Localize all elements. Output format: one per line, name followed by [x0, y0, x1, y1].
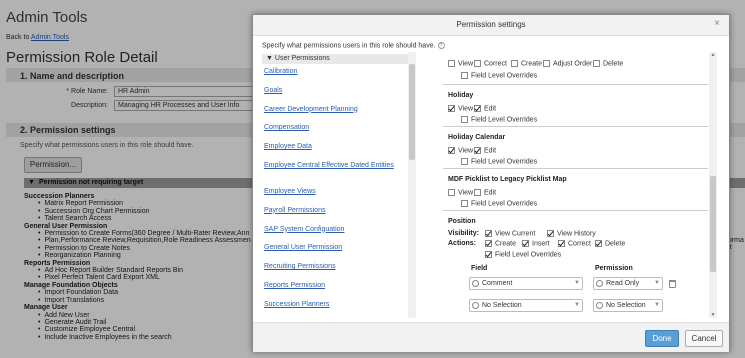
checkbox-create[interactable]: Create [485, 240, 516, 247]
done-button[interactable]: Done [645, 330, 679, 347]
left-list-item[interactable]: Calibration [264, 68, 404, 76]
left-list-item[interactable]: Payroll Permissions [264, 207, 404, 215]
scroll-thumb[interactable] [409, 64, 415, 160]
left-list-item[interactable]: Goals [264, 87, 404, 95]
checkbox-position-flo[interactable]: Field Level Overrides [485, 251, 561, 258]
checkbox-view-history[interactable]: View History [547, 230, 596, 237]
left-scrollbar[interactable] [408, 52, 416, 318]
chevron-down-icon: ▼ [574, 302, 580, 308]
permission-column-header: Permission [595, 265, 633, 272]
scroll-down-icon[interactable]: ▼ [709, 312, 717, 318]
holiday-section: Holiday View Edit Field Level Overrides [443, 84, 708, 126]
checkbox-view[interactable]: View [448, 60, 473, 67]
checkbox-mdf-flo[interactable]: Field Level Overrides [461, 200, 537, 207]
user-permissions-list: ▼ User Permissions Calibration Goals Caree… [262, 52, 418, 318]
left-list-item[interactable]: Recruiting Permissions [264, 263, 404, 271]
radio-icon [472, 280, 479, 287]
checkbox-adjust-order[interactable]: Adjust Order [543, 60, 592, 67]
checkbox-correct[interactable]: Correct [474, 60, 507, 67]
checkbox-delete[interactable]: Delete [593, 60, 623, 67]
holiday-title: Holiday [448, 92, 474, 99]
left-list-item[interactable]: Reports Permission [264, 282, 404, 290]
radio-icon [472, 302, 479, 309]
field-select-no-selection[interactable]: No Selection ▼ [469, 299, 583, 312]
checkbox-holiday-calendar-view[interactable]: View [448, 147, 473, 154]
permission-select-no-selection[interactable]: No Selection ▼ [593, 299, 663, 312]
checkbox-holiday-view[interactable]: View [448, 105, 473, 112]
user-permissions-header[interactable]: ▼ User Permissions [262, 54, 408, 64]
left-list-item[interactable]: SAP System Configuation [264, 226, 404, 234]
checkbox-mdf-edit[interactable]: Edit [474, 189, 496, 196]
visibility-label: Visibility: [448, 230, 479, 237]
checkbox-create[interactable]: Create [511, 60, 542, 67]
permission-select-read-only[interactable]: Read Only ▼ [593, 277, 663, 290]
actions-label: Actions: [448, 240, 476, 247]
checkbox-view-current[interactable]: View Current [485, 230, 535, 237]
scroll-up-icon[interactable]: ▲ [709, 52, 717, 58]
left-list-item[interactable]: Employee Central Effective Dated Entitie… [264, 162, 404, 170]
chevron-down-icon: ▼ [654, 280, 660, 286]
chevron-down-icon: ▼ [654, 302, 660, 308]
permission-settings-dialog: Permission settings × Specify what permi… [252, 14, 730, 352]
checkbox-holiday-edit[interactable]: Edit [474, 105, 496, 112]
help-icon[interactable]: ? [437, 42, 445, 49]
left-list-item[interactable]: Career Development Planning [264, 106, 404, 114]
dialog-title: Permission settings [456, 20, 526, 29]
mdf-picklist-title: MDF Picklist to Legacy Picklist Map [448, 176, 567, 183]
radio-icon [596, 280, 603, 287]
left-list-item[interactable]: Succession Planners [264, 301, 404, 309]
checkbox-field-level-overrides[interactable]: Field Level Overrides [461, 72, 537, 79]
position-section: Position Visibility: View Current View H… [443, 210, 708, 318]
left-list-item[interactable]: Compensation [264, 124, 404, 132]
left-list-item[interactable]: Employee Data [264, 143, 404, 151]
field-column-header: Field [471, 265, 488, 272]
checkbox-insert[interactable]: Insert [522, 240, 550, 247]
chevron-down-icon: ▼ [574, 280, 580, 286]
close-icon[interactable]: × [714, 18, 720, 29]
checkbox-holiday-calendar-flo[interactable]: Field Level Overrides [461, 158, 537, 165]
dialog-header: Permission settings × [253, 15, 729, 36]
cancel-button[interactable]: Cancel [685, 330, 723, 347]
trash-icon[interactable] [669, 280, 676, 288]
position-title: Position [448, 218, 476, 225]
holiday-calendar-section: Holiday Calendar View Edit Field Level O… [443, 126, 708, 168]
left-list-item[interactable]: General User Permission [264, 244, 404, 252]
permission-detail-panel: View Correct Create Adjust Order Delete … [443, 52, 708, 318]
checkbox-correct[interactable]: Correct [558, 240, 591, 247]
checkbox-mdf-view[interactable]: View [448, 189, 473, 196]
holiday-calendar-title: Holiday Calendar [448, 134, 506, 141]
mdf-picklist-section: MDF Picklist to Legacy Picklist Map View… [443, 168, 708, 210]
expand-arrow-icon: ▼ [266, 55, 273, 62]
dialog-instructions: Specify what permissions users in this r… [262, 42, 445, 49]
checkbox-holiday-calendar-edit[interactable]: Edit [474, 147, 496, 154]
dialog-footer: Done Cancel [253, 322, 729, 352]
checkbox-delete[interactable]: Delete [595, 240, 625, 247]
right-scrollbar[interactable]: ▲ ▼ [709, 52, 717, 318]
field-select-comment[interactable]: Comment ▼ [469, 277, 583, 290]
scroll-thumb[interactable] [710, 176, 716, 272]
left-list-item[interactable]: Employee Views [264, 188, 404, 196]
checkbox-holiday-flo[interactable]: Field Level Overrides [461, 116, 537, 123]
radio-icon [596, 302, 603, 309]
